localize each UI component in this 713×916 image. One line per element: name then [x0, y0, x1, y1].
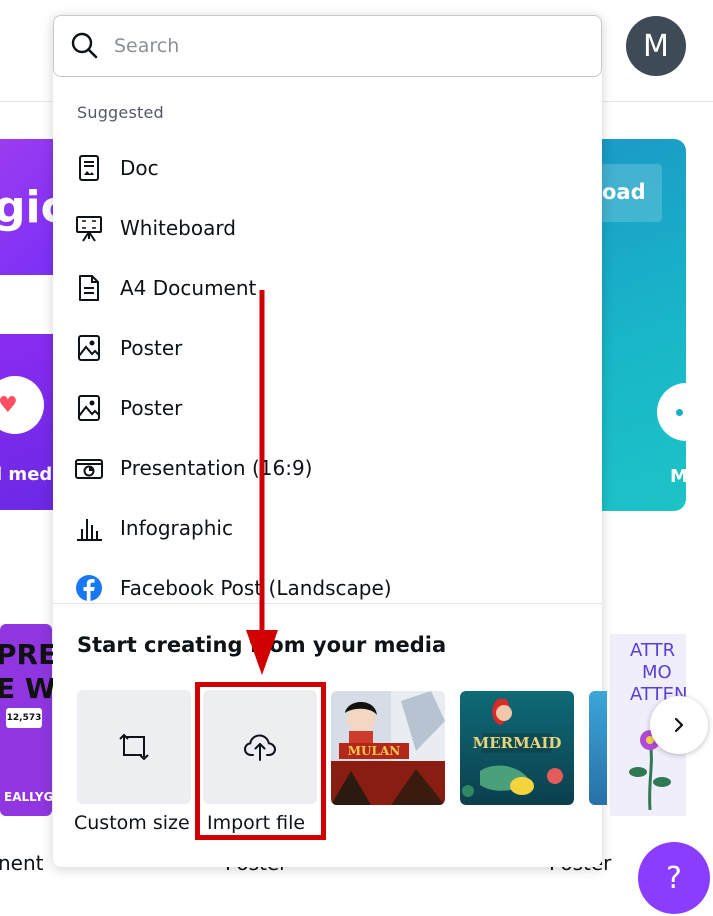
media-thumb-mulan[interactable]: MULAN: [331, 691, 445, 805]
media-thumb-mermaid[interactable]: MERMAID: [460, 691, 574, 805]
template-label: nent: [0, 851, 44, 875]
heart-icon: ♥: [0, 393, 18, 418]
card-label: M: [670, 466, 688, 487]
poster-icon: [78, 395, 100, 421]
suggestion-label: Doc: [120, 156, 159, 180]
mulan-title-text: MULAN: [348, 744, 400, 758]
template-thumb-left-chip: 12,573: [6, 708, 42, 728]
help-button[interactable]: ?: [638, 842, 710, 914]
mermaid-title-text: MERMAID: [473, 734, 562, 752]
annotation-highlight-box: [195, 682, 326, 840]
suggestion-label: Poster: [120, 396, 183, 420]
upload-button[interactable]: oad: [596, 164, 662, 222]
suggestion-label: Poster: [120, 336, 183, 360]
card-dot: [676, 409, 683, 416]
suggestion-label: Whiteboard: [120, 216, 236, 240]
infographic-icon: [77, 519, 102, 541]
suggestion-label: A4 Document: [120, 276, 257, 300]
media-thumb-partial[interactable]: [589, 691, 607, 805]
suggestion-label: Infographic: [120, 516, 233, 540]
custom-size-button[interactable]: [77, 690, 191, 804]
card-circle: [657, 383, 713, 441]
suggested-heading: Suggested: [77, 103, 164, 122]
presentation-icon: [75, 459, 103, 479]
doc-icon: [79, 155, 99, 181]
search-icon: [71, 32, 98, 59]
facebook-icon: [76, 575, 102, 601]
poster-icon: [78, 335, 100, 361]
chevron-right-icon: [674, 717, 684, 733]
carousel-next-button[interactable]: [650, 696, 708, 754]
whiteboard-icon: [76, 216, 102, 242]
custom-size-label: Custom size: [74, 812, 190, 834]
annotation-arrow: [246, 290, 278, 675]
search-input[interactable]: [114, 30, 584, 62]
avatar[interactable]: M: [626, 16, 686, 76]
document-icon: [79, 275, 99, 301]
resize-icon: [119, 733, 149, 761]
section-divider: [53, 603, 602, 604]
social-media-label: l medi: [0, 464, 59, 485]
